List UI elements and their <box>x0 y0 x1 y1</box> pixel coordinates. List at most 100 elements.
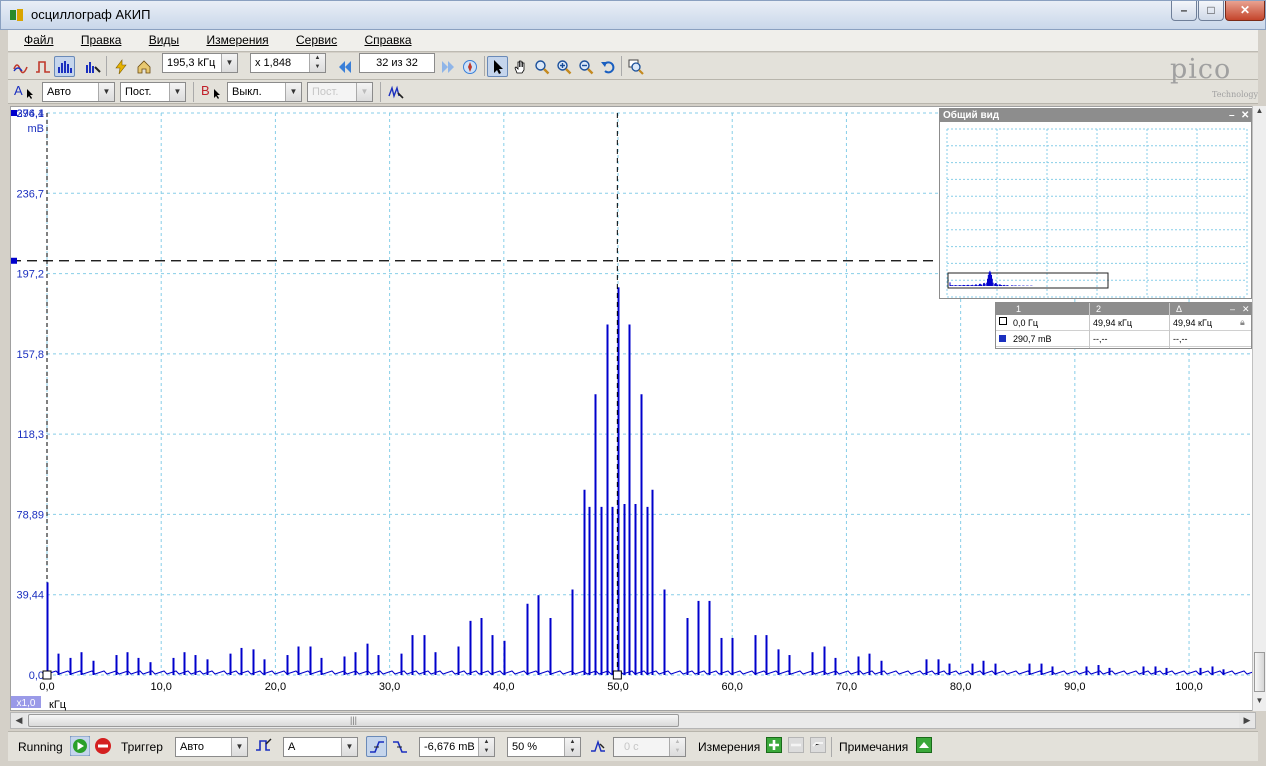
undo-icon <box>601 61 615 74</box>
previous-buffer-button[interactable] <box>334 56 355 77</box>
running-status: Running <box>18 740 63 754</box>
zoom-in-button[interactable] <box>553 56 574 77</box>
ruler-row-amplitude: 290,7 mB --,-- --,-- <box>996 331 1251 347</box>
maximize-button[interactable]: □ <box>1198 1 1224 21</box>
horizontal-scroll-thumb[interactable]: ||| <box>28 714 679 727</box>
channel-b-coupling-select: Пост. ▼ <box>307 82 373 102</box>
add-measurement-button[interactable] <box>766 737 786 757</box>
overview-title: Общий вид <box>943 110 1000 121</box>
channel-marker <box>11 110 17 116</box>
channel-b-options-button[interactable]: B <box>197 81 227 102</box>
minimize-button[interactable]: – <box>1171 1 1197 21</box>
menu-file[interactable]: Файл <box>8 30 62 47</box>
magnifier-icon <box>535 60 550 75</box>
auto-setup-button[interactable] <box>110 56 131 77</box>
next-buffer-button[interactable] <box>437 56 458 77</box>
post-trigger-delay-button[interactable] <box>587 736 608 757</box>
x-tick-label: 90,0 <box>1064 681 1085 693</box>
ruler-2-frequency: 49,94 кГц <box>1093 318 1132 328</box>
rising-edge-icon <box>370 741 384 753</box>
pico-logo-subtitle: Technology <box>1212 90 1259 99</box>
ruler-column-divider <box>1089 303 1090 348</box>
ruler-col-2-header: 2 <box>1096 304 1102 314</box>
pretrigger-stepper[interactable]: 50 % ▲ ▼ <box>507 737 581 757</box>
trigger-source-select[interactable]: A ▼ <box>283 737 358 757</box>
select-tool-button[interactable] <box>487 56 508 77</box>
close-icon[interactable]: ✕ <box>1242 303 1250 315</box>
menu-tools[interactable]: Сервис <box>280 30 345 47</box>
zoom-out-icon <box>579 60 594 75</box>
ruler-column-divider <box>1169 303 1170 348</box>
menu-help[interactable]: Справка <box>348 30 419 47</box>
falling-edge-button[interactable] <box>389 736 410 757</box>
zoom-to-fit-button[interactable] <box>625 56 646 77</box>
menu-edit[interactable]: Правка <box>65 30 130 47</box>
trigger-level-stepper[interactable]: -6,676 mB ▲ ▼ <box>419 737 495 757</box>
buffer-overview-button[interactable] <box>459 56 480 77</box>
title-bar: осциллограф АКИП – □ ✕ <box>0 0 1266 30</box>
ruler-col-delta-header: Δ <box>1176 304 1183 314</box>
x-tick-label: 60,0 <box>722 681 743 693</box>
ruler-legend: 1 2 Δ – ✕ 0,0 Гц 49,94 кГц 49,94 кГц 🔒︎ … <box>995 302 1252 349</box>
buffer-navigator[interactable]: 32 из 32 <box>359 53 435 73</box>
chevron-down-icon: ▼ <box>356 83 372 101</box>
trigger-label: Триггер <box>121 740 163 754</box>
spin-arrows-icon: ▲ ▼ <box>478 738 494 756</box>
probe-options-icon <box>388 85 404 99</box>
scroll-down-icon[interactable]: ▼ <box>1253 696 1266 710</box>
vertical-scrollbar[interactable]: ▲ ▼ <box>1252 106 1266 711</box>
undo-zoom-button[interactable] <box>597 56 618 77</box>
scroll-up-icon[interactable]: ▲ <box>1253 106 1266 120</box>
pan-tool-button[interactable] <box>509 56 530 77</box>
x-tick-label: 30,0 <box>379 681 400 693</box>
minimize-icon[interactable]: – <box>1230 303 1235 315</box>
ruler-col-1-header: 1 <box>1016 304 1022 314</box>
chevron-down-icon: ▼ <box>231 738 247 756</box>
spectrum-mode-button[interactable] <box>54 56 75 77</box>
persistence-mode-button[interactable] <box>32 56 53 77</box>
menu-views[interactable]: Виды <box>133 30 187 47</box>
scope-mode-button[interactable] <box>10 56 31 77</box>
start-button[interactable] <box>69 735 91 757</box>
scroll-right-icon[interactable]: ▶ <box>1239 713 1255 728</box>
minimize-icon[interactable]: – <box>1229 109 1235 122</box>
trigger-mode-select[interactable]: Авто ▼ <box>175 737 248 757</box>
channel-a-range-select[interactable]: Авто ▼ <box>42 82 115 102</box>
zoom-out-button[interactable] <box>575 56 596 77</box>
channel-a-options-button[interactable]: A <box>10 81 40 102</box>
advanced-trigger-button[interactable] <box>255 736 275 756</box>
menu-measurements[interactable]: Измерения <box>190 30 276 47</box>
channel-a-coupling-select[interactable]: Пост. ▼ <box>120 82 186 102</box>
chevron-down-icon: ▼ <box>221 54 237 72</box>
channel-options-button[interactable] <box>385 81 406 102</box>
channel-a-label: A <box>14 83 23 98</box>
channel-b-range-select[interactable]: Выкл. ▼ <box>227 82 302 102</box>
y-tick-label: 157,8 <box>16 349 44 361</box>
overview-panel[interactable]: Общий вид – ✕ <box>939 108 1252 299</box>
delete-measurement-button <box>810 737 830 757</box>
zoom-area-button[interactable] <box>531 56 552 77</box>
toolbar-separator <box>831 737 832 757</box>
horizontal-scrollbar[interactable]: ◀ ||| ▶ <box>10 712 1256 729</box>
ruler-marker-blue <box>999 335 1006 342</box>
play-icon <box>69 735 91 757</box>
zoom-factor-stepper[interactable]: x 1,848 ▲ ▼ <box>250 53 326 73</box>
delay-icon <box>591 739 605 752</box>
default-setup-button[interactable] <box>133 56 154 77</box>
spectrum-options-button[interactable] <box>82 56 103 77</box>
close-icon[interactable]: ✕ <box>1241 109 1249 122</box>
timebase-select[interactable]: 195,3 kГц ▼ <box>162 53 238 73</box>
lock-icon[interactable]: 🔒︎ <box>1240 317 1245 328</box>
vertical-scroll-thumb[interactable] <box>1254 652 1265 692</box>
x-tick-label: 20,0 <box>265 681 286 693</box>
notes-button[interactable] <box>916 737 936 757</box>
rising-edge-button[interactable] <box>366 736 387 757</box>
y-tick-label: 236,7 <box>16 188 44 200</box>
close-button[interactable]: ✕ <box>1225 1 1265 21</box>
double-left-arrow-icon <box>339 61 351 73</box>
scroll-left-icon[interactable]: ◀ <box>11 713 27 728</box>
toolbar-separator <box>380 82 381 102</box>
stop-button[interactable] <box>93 736 113 756</box>
spin-arrows-icon: ▲ ▼ <box>309 54 325 72</box>
channel-b-coupling-value: Пост. <box>312 86 339 98</box>
